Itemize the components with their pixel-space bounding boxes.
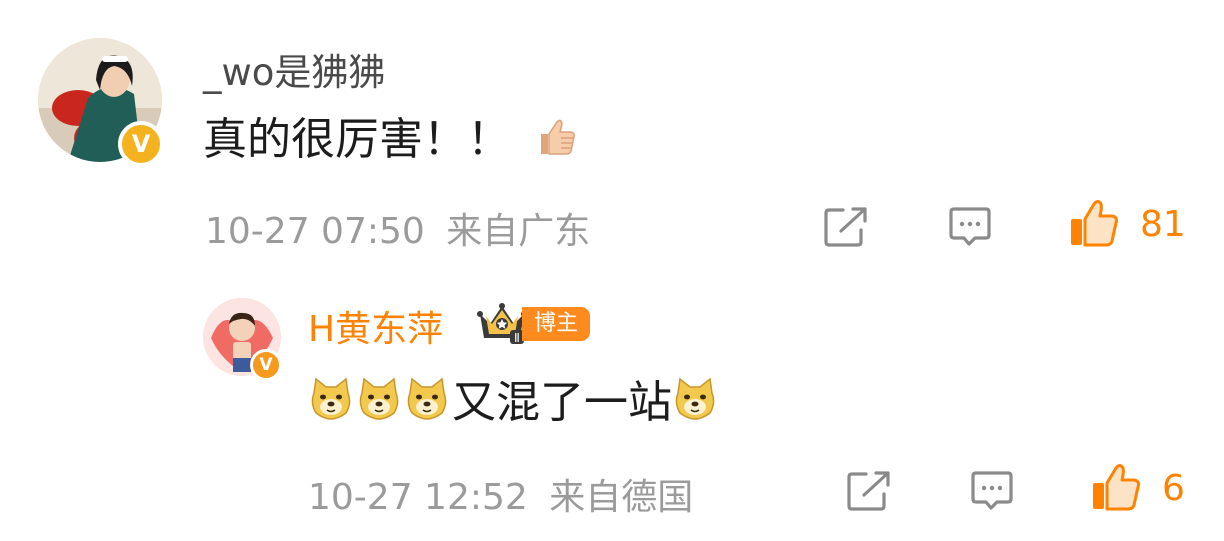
crown-level: Ⅱ — [514, 331, 520, 344]
timestamp: 10-27 12:52 — [308, 477, 528, 518]
share-icon — [847, 471, 890, 511]
like-count: 81 — [1140, 204, 1186, 245]
username[interactable]: _wo是狒狒 — [203, 42, 385, 96]
timestamp: 10-27 07:50 — [205, 211, 425, 252]
doge-emoji-icon — [404, 375, 450, 421]
comment-text-content: 又混了一站 — [452, 377, 672, 428]
comment-icon — [949, 207, 991, 246]
verified-badge-icon: V — [250, 349, 282, 381]
like-button[interactable] — [1090, 463, 1142, 517]
share-button[interactable] — [846, 470, 892, 516]
doge-emoji-icon — [356, 375, 402, 421]
comment-meta: 10-27 07:50 来自广东 — [205, 202, 590, 254]
comment-text: 真的很厉害！！ — [203, 103, 577, 169]
comment-button[interactable] — [947, 206, 993, 252]
username[interactable]: H黄东萍 — [308, 300, 443, 352]
doge-emoji-icon — [672, 375, 718, 421]
location: 来自广东 — [446, 211, 591, 252]
like-icon — [1071, 200, 1118, 247]
thumbs-up-emoji-icon — [535, 116, 577, 169]
comment-text-content: 真的很厉害！！ — [203, 114, 511, 165]
verified-badge-icon: V — [118, 121, 164, 167]
share-icon — [824, 207, 867, 247]
doge-emoji-icon — [308, 375, 354, 421]
comment-button[interactable] — [969, 470, 1015, 516]
comment-icon — [971, 471, 1013, 510]
comment-text: 又混了一站 — [308, 366, 720, 430]
blogger-badge: 博主 — [522, 307, 591, 341]
like-count: 6 — [1162, 468, 1185, 509]
comment-meta: 10-27 12:52 来自德国 — [308, 468, 693, 520]
location: 来自德国 — [549, 477, 694, 518]
crown-level-icon: Ⅱ — [476, 302, 528, 348]
like-icon — [1093, 464, 1140, 511]
share-button[interactable] — [823, 206, 869, 252]
like-button[interactable] — [1068, 199, 1120, 253]
